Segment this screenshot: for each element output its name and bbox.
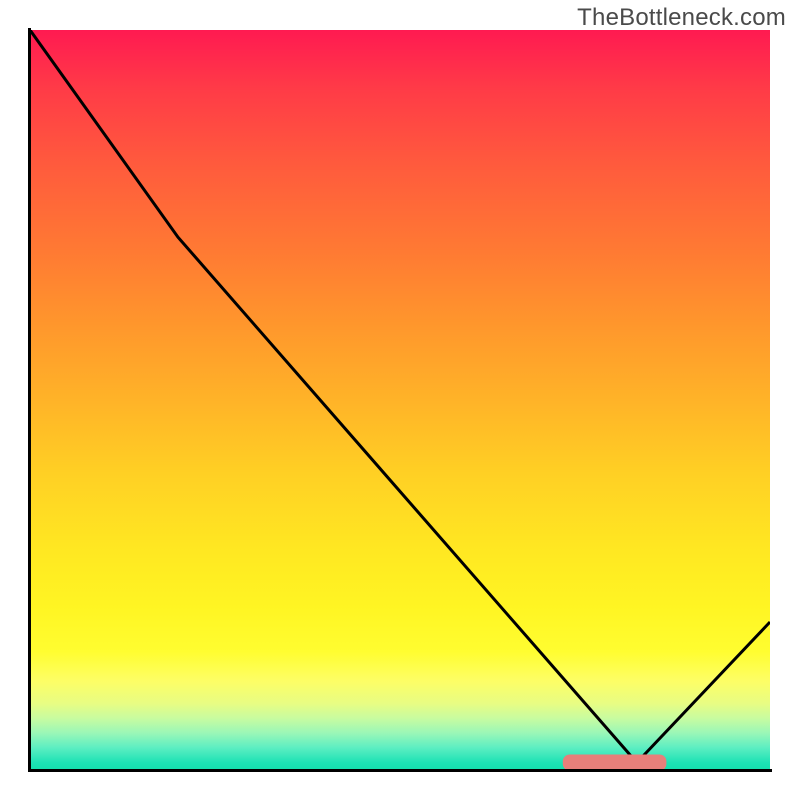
optimal-range-marker-svg <box>30 30 770 770</box>
chart-container: TheBottleneck.com <box>0 0 800 800</box>
watermark-text: TheBottleneck.com <box>577 4 786 32</box>
optimal-range-marker <box>563 754 667 770</box>
